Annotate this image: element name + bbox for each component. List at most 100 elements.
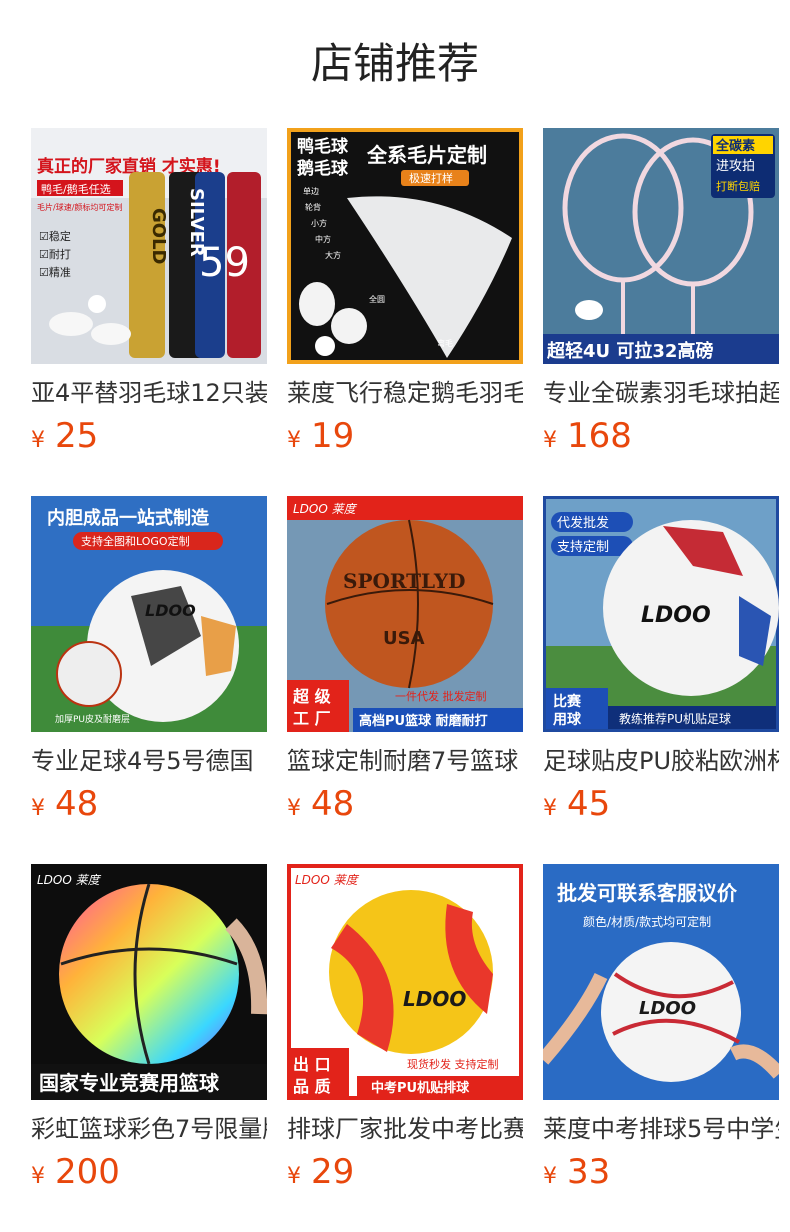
currency-symbol: ¥ — [287, 428, 301, 453]
product-card[interactable]: LDOO 莱度 国家专业竞赛用篮球 彩虹篮球彩色7号限量版 ¥ 200 — [31, 864, 267, 1204]
product-card[interactable]: 代发批发 支持定制 LDOO 比赛 用球 教练推荐PU机贴足球 足球贴皮PU胶粘… — [543, 496, 779, 836]
product-price: ¥ 33 — [543, 1152, 610, 1196]
svg-text:内胆成品一站式制造: 内胆成品一站式制造 — [47, 507, 209, 529]
product-image[interactable]: 内胆成品一站式制造 支持全图和LOGO定制 LDOO 加厚PU皮及耐磨层 — [31, 496, 267, 732]
svg-text:用球: 用球 — [553, 711, 582, 728]
svg-text:LDOO: LDOO — [639, 998, 696, 1019]
currency-symbol: ¥ — [287, 796, 301, 821]
product-image[interactable]: LDOO 莱度 国家专业竞赛用篮球 — [31, 864, 267, 1100]
product-card[interactable]: 批发可联系客服议价 颜色/材质/款式均可定制 LDOO 莱度中考排球5号中学生 … — [543, 864, 779, 1204]
svg-text:现货秒发 支持定制: 现货秒发 支持定制 — [407, 1057, 499, 1071]
svg-text:全系毛片定制: 全系毛片定制 — [366, 143, 487, 167]
price-value: 29 — [311, 1152, 355, 1192]
svg-text:毛片/球速/颜标均可定制: 毛片/球速/颜标均可定制 — [37, 202, 122, 212]
product-name[interactable]: 专业全碳素羽毛球拍超轻 — [543, 376, 779, 410]
svg-text:支持定制: 支持定制 — [557, 540, 609, 555]
svg-text:LDOO: LDOO — [145, 601, 196, 620]
product-price: ¥ 200 — [31, 1152, 120, 1196]
product-card[interactable]: 真正的厂家直销 才实惠! 鸭毛/鹅毛任选 毛片/球速/颜标均可定制 ☑稳定 ☑耐… — [31, 128, 267, 468]
svg-text:支持全图和LOGO定制: 支持全图和LOGO定制 — [81, 534, 190, 548]
svg-text:大方: 大方 — [325, 250, 341, 260]
currency-symbol: ¥ — [31, 428, 45, 453]
product-name[interactable]: 专业足球4号5号德国 — [31, 744, 267, 778]
svg-text:☑精准: ☑精准 — [39, 266, 71, 279]
svg-text:59: 59 — [199, 240, 250, 286]
currency-symbol: ¥ — [287, 1164, 301, 1189]
svg-text:LDOO: LDOO — [641, 603, 711, 628]
price-value: 48 — [311, 784, 355, 824]
product-card[interactable]: LDOO 莱度 LDOO 出 口 品 质 现货秒发 支持定制 中考PU机贴排球 … — [287, 864, 523, 1204]
price-value: 25 — [55, 416, 99, 456]
svg-text:工 厂: 工 厂 — [293, 709, 331, 728]
svg-text:全碳素: 全碳素 — [715, 138, 755, 154]
product-card[interactable]: 鸭毛球 鹅毛球 全系毛片定制 极速打样 单边 轮背 小方 中方 大方 全圆 弯毛… — [287, 128, 523, 468]
currency-symbol: ¥ — [543, 796, 557, 821]
svg-text:弯毛: 弯毛 — [437, 338, 453, 348]
product-price: ¥ 29 — [287, 1152, 354, 1196]
svg-text:打断包赔: 打断包赔 — [716, 179, 760, 193]
product-price: ¥ 45 — [543, 784, 610, 828]
svg-text:鸭毛球: 鸭毛球 — [297, 136, 349, 157]
svg-text:批发可联系客服议价: 批发可联系客服议价 — [557, 881, 738, 905]
product-image[interactable]: 代发批发 支持定制 LDOO 比赛 用球 教练推荐PU机贴足球 — [543, 496, 779, 732]
svg-text:代发批发: 代发批发 — [557, 515, 609, 531]
svg-text:极速打样: 极速打样 — [409, 171, 453, 185]
product-name[interactable]: 莱度中考排球5号中学生 — [543, 1112, 779, 1146]
product-image[interactable]: 批发可联系客服议价 颜色/材质/款式均可定制 LDOO — [543, 864, 779, 1100]
price-value: 33 — [567, 1152, 611, 1192]
product-card[interactable]: 全碳素 进攻拍 打断包赔 超轻4U 可拉32高磅 专业全碳素羽毛球拍超轻 ¥ 1… — [543, 128, 779, 468]
product-name[interactable]: 篮球定制耐磨7号篮球 — [287, 744, 523, 778]
svg-text:☑稳定: ☑稳定 — [39, 229, 71, 243]
svg-text:LDOO: LDOO — [403, 987, 466, 1011]
currency-symbol: ¥ — [543, 1164, 557, 1189]
product-name[interactable]: 亚4平替羽毛球12只装 — [31, 376, 267, 410]
price-value: 168 — [567, 416, 632, 456]
price-value: 200 — [55, 1152, 120, 1192]
svg-text:国家专业竞赛用篮球: 国家专业竞赛用篮球 — [39, 1071, 220, 1095]
svg-text:加厚PU皮及耐磨层: 加厚PU皮及耐磨层 — [55, 713, 130, 725]
product-card[interactable]: LDOO 莱度 SPORTLYD USA 超 级 工 厂 一件代发 批发定制 高… — [287, 496, 523, 836]
page-title: 店铺推荐 — [310, 39, 479, 88]
product-price: ¥ 48 — [31, 784, 98, 828]
product-price: ¥ 48 — [287, 784, 354, 828]
currency-symbol: ¥ — [31, 1164, 45, 1189]
svg-text:SPORTLYD: SPORTLYD — [343, 569, 465, 593]
svg-text:中方: 中方 — [315, 234, 331, 244]
product-image[interactable]: 真正的厂家直销 才实惠! 鸭毛/鹅毛任选 毛片/球速/颜标均可定制 ☑稳定 ☑耐… — [31, 128, 267, 364]
currency-symbol: ¥ — [543, 428, 557, 453]
svg-text:LDOO 莱度: LDOO 莱度 — [37, 873, 102, 887]
shop-recommend-header: 店铺推荐 — [0, 0, 790, 128]
price-value: 48 — [55, 784, 99, 824]
svg-text:轮背: 轮背 — [305, 202, 321, 212]
svg-text:鹅毛球: 鹅毛球 — [297, 158, 349, 179]
svg-text:比赛: 比赛 — [553, 693, 582, 710]
svg-text:GOLD: GOLD — [148, 208, 169, 265]
svg-text:进攻拍: 进攻拍 — [716, 159, 755, 174]
product-image[interactable]: 鸭毛球 鹅毛球 全系毛片定制 极速打样 单边 轮背 小方 中方 大方 全圆 弯毛 — [287, 128, 523, 364]
product-image[interactable]: LDOO 莱度 LDOO 出 口 品 质 现货秒发 支持定制 中考PU机贴排球 — [287, 864, 523, 1100]
svg-text:教练推荐PU机贴足球: 教练推荐PU机贴足球 — [619, 711, 731, 726]
product-name[interactable]: 排球厂家批发中考比赛 — [287, 1112, 523, 1146]
product-price: ¥ 168 — [543, 416, 632, 460]
svg-text:LDOO 莱度: LDOO 莱度 — [293, 502, 358, 516]
product-image[interactable]: 全碳素 进攻拍 打断包赔 超轻4U 可拉32高磅 — [543, 128, 779, 364]
svg-text:小方: 小方 — [311, 218, 327, 228]
svg-text:USA: USA — [383, 628, 425, 649]
svg-text:出 口: 出 口 — [293, 1055, 331, 1074]
product-name[interactable]: 彩虹篮球彩色7号限量版 — [31, 1112, 267, 1146]
product-name[interactable]: 足球贴皮PU胶粘欧洲杯 — [543, 744, 779, 778]
currency-symbol: ¥ — [31, 796, 45, 821]
svg-text:超 级: 超 级 — [292, 687, 332, 706]
product-name[interactable]: 莱度飞行稳定鹅毛羽毛球 — [287, 376, 523, 410]
svg-text:颜色/材质/款式均可定制: 颜色/材质/款式均可定制 — [583, 914, 711, 929]
product-card[interactable]: 内胆成品一站式制造 支持全图和LOGO定制 LDOO 加厚PU皮及耐磨层 专业足… — [31, 496, 267, 836]
product-image[interactable]: LDOO 莱度 SPORTLYD USA 超 级 工 厂 一件代发 批发定制 高… — [287, 496, 523, 732]
svg-text:超轻4U 可拉32高磅: 超轻4U 可拉32高磅 — [547, 340, 713, 362]
svg-text:鸭毛/鹅毛任选: 鸭毛/鹅毛任选 — [41, 182, 111, 196]
product-price: ¥ 19 — [287, 416, 354, 460]
svg-text:单边: 单边 — [303, 186, 319, 196]
svg-text:LDOO 莱度: LDOO 莱度 — [295, 873, 360, 887]
price-value: 19 — [311, 416, 355, 456]
svg-text:品 质: 品 质 — [293, 1077, 331, 1096]
svg-text:☑耐打: ☑耐打 — [39, 247, 71, 261]
